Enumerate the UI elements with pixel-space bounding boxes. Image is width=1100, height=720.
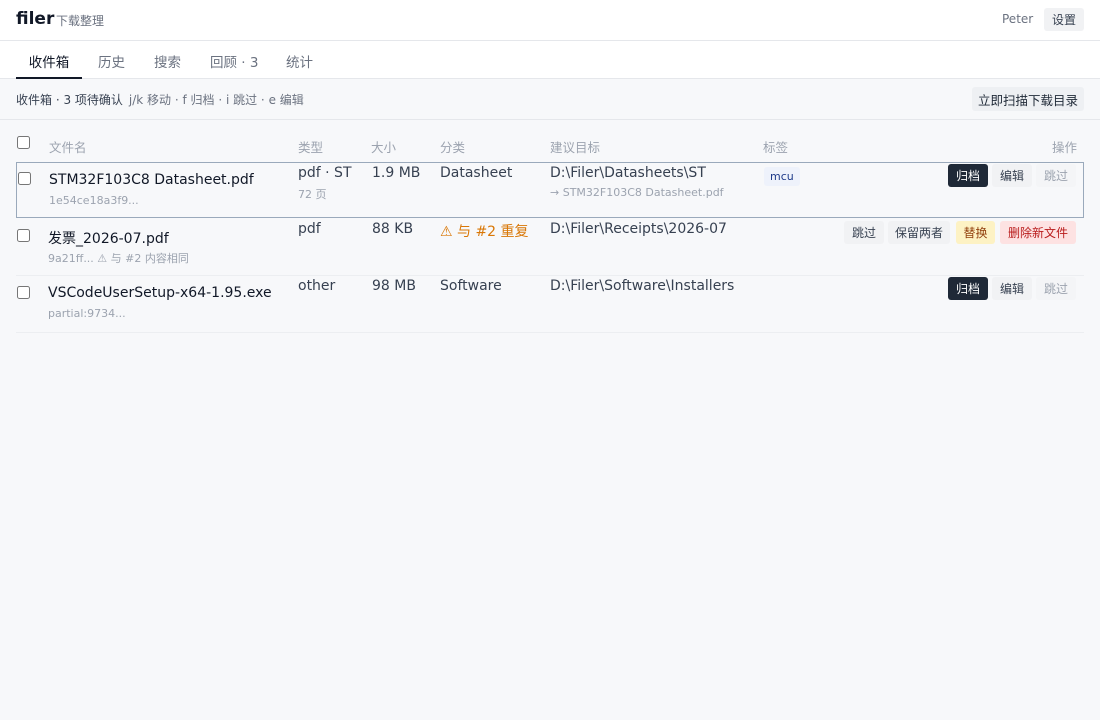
row-checkbox[interactable]	[17, 286, 30, 299]
file-name: VSCodeUserSetup-x64-1.95.exe	[48, 285, 272, 301]
skip-button[interactable]: 跳过	[1036, 277, 1076, 300]
file-hash: 9a21ff... ⚠ 与 #2 内容相同	[48, 252, 189, 265]
col-category: 分类	[440, 140, 466, 155]
user-name[interactable]: Peter	[1002, 12, 1033, 26]
file-hash: 1e54ce18a3f9...	[49, 194, 139, 207]
file-pages: 72 页	[298, 188, 327, 201]
edit-button[interactable]: 编辑	[992, 164, 1032, 187]
delete-new-file-button[interactable]: 删除新文件	[1000, 221, 1076, 244]
replace-button[interactable]: 替换	[956, 221, 995, 244]
inbox-status: 收件箱 · 3 项待确认 j/k 移动 · f 归档 · i 跳过 · e 编辑	[16, 91, 304, 108]
keep-both-button[interactable]: 保留两者	[888, 221, 950, 244]
skip-button[interactable]: 跳过	[844, 221, 884, 244]
keyboard-hint: j/k 移动 · f 归档 · i 跳过 · e 编辑	[128, 93, 304, 107]
tab-inbox[interactable]: 收件箱	[16, 41, 82, 79]
target-path[interactable]: D:\Filer\Receipts\2026-07	[550, 221, 727, 237]
file-category: Datasheet	[440, 165, 513, 181]
row-checkbox[interactable]	[17, 229, 30, 242]
file-size: 1.9 MB	[372, 165, 421, 181]
col-filename: 文件名	[49, 140, 87, 155]
tab-search[interactable]: 搜索	[154, 41, 181, 79]
target-path[interactable]: D:\Filer\Software\Installers	[550, 278, 734, 294]
file-type: other	[298, 278, 336, 294]
settings-button[interactable]: 设置	[1044, 8, 1084, 31]
target-path[interactable]: D:\Filer\Datasheets\ST	[550, 165, 706, 181]
file-name: 发票_2026-07.pdf	[48, 231, 169, 247]
row-checkbox[interactable]	[18, 172, 31, 185]
tab-history[interactable]: 历史	[98, 41, 125, 79]
archive-button[interactable]: 归档	[948, 277, 988, 300]
app-logo: filer	[16, 9, 55, 29]
select-all-checkbox[interactable]	[17, 136, 30, 149]
tab-review[interactable]: 回顾 · 3	[210, 41, 258, 79]
archive-button[interactable]: 归档	[948, 164, 988, 187]
file-type: pdf · ST	[298, 165, 352, 181]
scan-downloads-button[interactable]: 立即扫描下载目录	[972, 87, 1084, 111]
inbox-toolbar: 收件箱 · 3 项待确认 j/k 移动 · f 归档 · i 跳过 · e 编辑	[0, 79, 1100, 120]
target-filename: → STM32F103C8 Datasheet.pdf	[550, 186, 724, 199]
tab-stats[interactable]: 统计	[286, 41, 313, 79]
duplicate-warning: ⚠ 与 #2 重复	[440, 224, 529, 240]
table-row[interactable]: 发票_2026-07.pdf 9a21ff... ⚠ 与 #2 内容相同 pdf…	[16, 218, 1084, 276]
table-row[interactable]: STM32F103C8 Datasheet.pdf 1e54ce18a3f9..…	[16, 162, 1084, 218]
file-size: 98 MB	[372, 278, 416, 294]
app-subtitle: 下载整理	[56, 14, 105, 28]
col-actions: 操作	[1052, 140, 1078, 155]
file-name: STM32F103C8 Datasheet.pdf	[49, 172, 254, 188]
tag-badge[interactable]: mcu	[764, 167, 800, 186]
col-type: 类型	[298, 140, 324, 155]
file-category: Software	[440, 278, 502, 294]
col-target: 建议目标	[550, 140, 601, 155]
edit-button[interactable]: 编辑	[992, 277, 1032, 300]
main-tabs: 收件箱 历史 搜索 回顾 · 3 统计	[0, 41, 1100, 79]
col-tags: 标签	[763, 140, 789, 155]
file-hash: partial:9734...	[48, 307, 126, 320]
inbox-count: 收件箱 · 3 项待确认	[16, 93, 123, 107]
skip-button[interactable]: 跳过	[1036, 164, 1076, 187]
file-size: 88 KB	[372, 221, 414, 237]
app-header: filer 下载整理 Peter 设置	[0, 0, 1100, 41]
table-row[interactable]: VSCodeUserSetup-x64-1.95.exe partial:973…	[16, 276, 1084, 333]
file-type: pdf	[298, 221, 321, 237]
col-size: 大小	[371, 140, 397, 155]
